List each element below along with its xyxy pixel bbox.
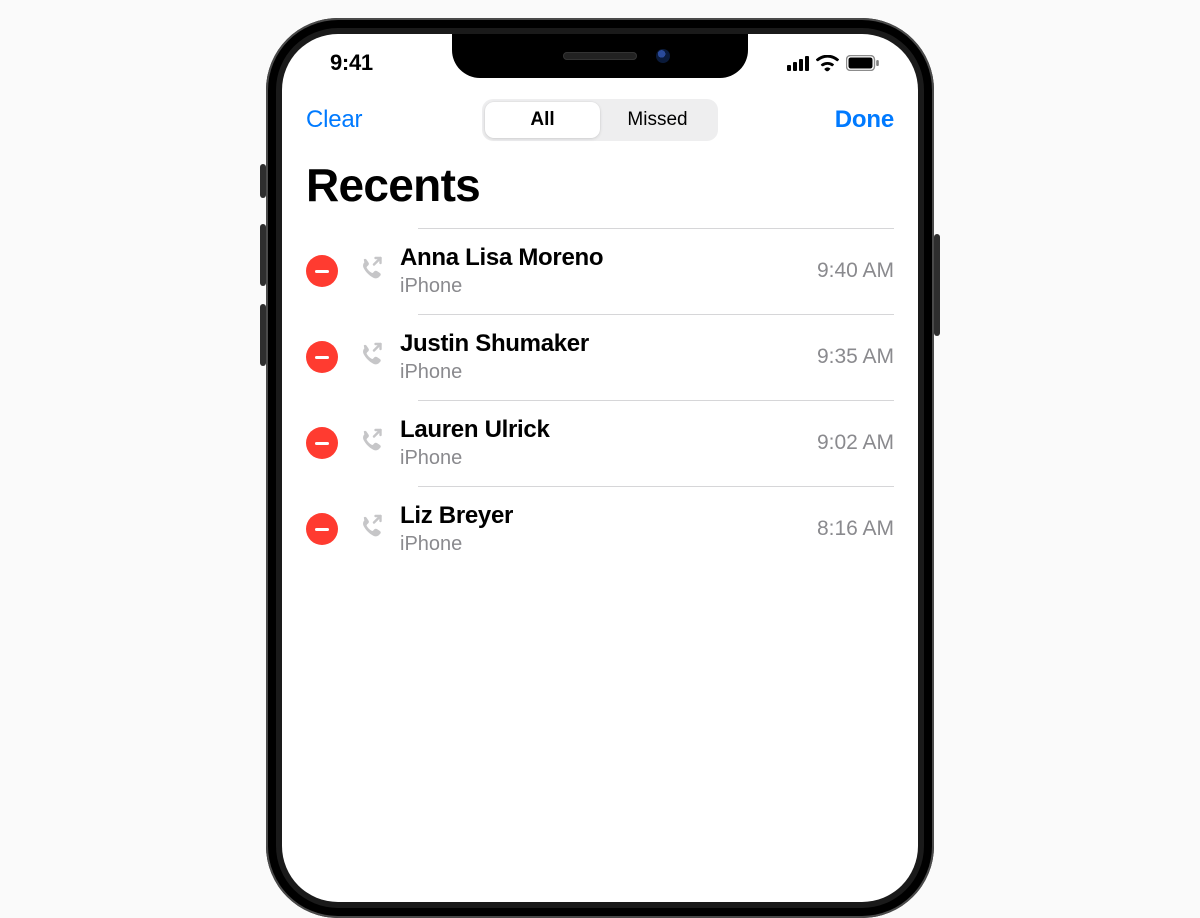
- call-time: 9:35 AM: [817, 345, 894, 369]
- screen: 9:41 Clear All Mis: [282, 34, 918, 902]
- silence-switch[interactable]: [260, 164, 266, 198]
- call-line: iPhone: [400, 361, 817, 384]
- call-row[interactable]: Liz Breyer iPhone8:16 AM: [282, 486, 918, 572]
- contact-name: Justin Shumaker: [400, 330, 817, 358]
- minus-icon: [315, 442, 329, 445]
- outgoing-call-icon: [356, 426, 386, 461]
- call-line: iPhone: [400, 447, 817, 470]
- call-info: Anna Lisa Moreno iPhone: [400, 244, 817, 297]
- power-button[interactable]: [934, 234, 940, 336]
- call-row[interactable]: Lauren Ulrick iPhone9:02 AM: [282, 400, 918, 486]
- notch: [452, 34, 748, 78]
- recent-calls-list: Anna Lisa MorenoiPhone9:40 AMJustin Shum…: [282, 228, 918, 572]
- volume-down-button[interactable]: [260, 304, 266, 366]
- cellular-icon: [787, 55, 809, 71]
- delete-button[interactable]: [306, 341, 338, 373]
- front-camera: [656, 49, 670, 63]
- done-button[interactable]: Done: [804, 106, 894, 134]
- call-time: 8:16 AM: [817, 517, 894, 541]
- page-title: Recents: [282, 148, 918, 228]
- delete-button[interactable]: [306, 513, 338, 545]
- outgoing-call-icon: [356, 512, 386, 547]
- segmented-control[interactable]: All Missed: [482, 99, 718, 141]
- segment-all[interactable]: All: [485, 102, 600, 138]
- call-time: 9:02 AM: [817, 431, 894, 455]
- contact-name: Anna Lisa Moreno: [400, 244, 817, 272]
- call-info: Liz Breyer iPhone: [400, 502, 817, 555]
- call-row[interactable]: Anna Lisa Moreno iPhone9:40 AM: [282, 228, 918, 314]
- minus-icon: [315, 270, 329, 273]
- outgoing-call-icon: [356, 254, 386, 289]
- minus-icon: [315, 528, 329, 531]
- delete-button[interactable]: [306, 255, 338, 287]
- status-right: [787, 55, 880, 72]
- outgoing-call-icon: [356, 340, 386, 375]
- nav-bar: Clear All Missed Done: [282, 92, 918, 148]
- call-line: iPhone: [400, 275, 817, 298]
- clear-button[interactable]: Clear: [306, 106, 396, 134]
- segment-missed[interactable]: Missed: [600, 102, 715, 138]
- call-info: Justin Shumaker iPhone: [400, 330, 817, 383]
- wifi-icon: [816, 55, 839, 72]
- battery-icon: [846, 55, 880, 71]
- call-line: iPhone: [400, 533, 817, 556]
- contact-name: Lauren Ulrick: [400, 416, 817, 444]
- volume-up-button[interactable]: [260, 224, 266, 286]
- status-time: 9:41: [330, 50, 373, 76]
- call-row[interactable]: Justin Shumaker iPhone9:35 AM: [282, 314, 918, 400]
- contact-name: Liz Breyer: [400, 502, 817, 530]
- call-time: 9:40 AM: [817, 259, 894, 283]
- minus-icon: [315, 356, 329, 359]
- phone-bezel: 9:41 Clear All Mis: [276, 28, 924, 908]
- call-info: Lauren Ulrick iPhone: [400, 416, 817, 469]
- delete-button[interactable]: [306, 427, 338, 459]
- speaker-slot: [563, 52, 637, 60]
- phone-frame: 9:41 Clear All Mis: [266, 18, 934, 918]
